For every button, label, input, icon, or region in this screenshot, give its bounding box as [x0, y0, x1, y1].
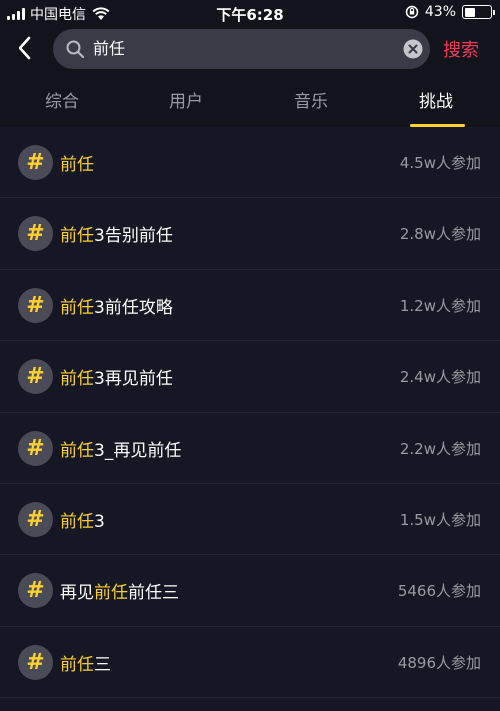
hashtag-icon: #	[18, 359, 53, 395]
challenge-item[interactable]: # 前任3前任攻略 1.2w人参加	[0, 270, 500, 342]
tab-comprehensive[interactable]: 综合	[45, 87, 79, 112]
title-prefix: 再见	[60, 583, 94, 604]
challenge-title: 前任3再见前任	[60, 364, 173, 389]
battery-fill	[464, 7, 476, 17]
title-highlight: 前任	[60, 226, 94, 247]
title-highlight: 前任	[60, 654, 94, 675]
hashtag-icon: #	[18, 287, 53, 323]
hashtag-icon: #	[18, 145, 53, 180]
hashtag-icon: #	[18, 644, 53, 680]
clear-icon[interactable]	[403, 39, 423, 59]
title-highlight: 前任	[60, 297, 94, 318]
challenge-title: 前任3_再见前任	[60, 436, 181, 461]
challenge-item[interactable]: # 前任3告别前任 2.8w人参加	[0, 198, 500, 270]
challenge-item[interactable]: # 前任 4.5w人参加	[0, 127, 500, 199]
title-suffix: 前任三	[128, 583, 179, 604]
header: 中国电信 下午6:28 43% 前任 搜索 综合 用户 音乐 挑战	[0, 0, 500, 127]
challenge-item[interactable]: # 前任3 1.5w人参加	[0, 484, 500, 556]
battery-icon	[462, 5, 495, 19]
search-input[interactable]: 前任	[93, 29, 393, 69]
participant-count: 4.5w人参加	[399, 154, 481, 172]
challenge-item[interactable]: # 前任3_再见前任 2.2w人参加	[0, 413, 500, 484]
participant-count: 4896人参加	[397, 653, 481, 672]
title-suffix: 3告别前任	[94, 226, 173, 247]
hashtag-icon: #	[18, 430, 53, 466]
participant-count: 1.5w人参加	[399, 510, 481, 529]
challenge-title: 前任三	[60, 650, 111, 675]
back-arrow-icon[interactable]	[12, 34, 40, 62]
participant-count: 2.8w人参加	[399, 225, 481, 244]
participant-count: 1.2w人参加	[399, 296, 481, 315]
title-suffix: 3	[94, 511, 105, 532]
search-box[interactable]: 前任	[53, 29, 430, 69]
challenge-title: 前任3前任攻略	[60, 293, 173, 318]
search-icon	[66, 40, 85, 59]
search-button[interactable]: 搜索	[443, 36, 479, 62]
battery-percent: 43%	[424, 4, 456, 20]
search-row: 前任 搜索	[0, 26, 500, 74]
hashtag-icon: #	[18, 216, 53, 252]
challenge-list: # 前任 4.5w人参加 # 前任3告别前任 2.8w人参加 # 前任3前任攻略…	[0, 127, 500, 699]
challenge-item[interactable]: # 前任三 4896人参加	[0, 627, 500, 699]
participant-count: 5466人参加	[397, 582, 481, 601]
hashtag-icon: #	[18, 573, 53, 609]
title-suffix: 3再见前任	[94, 369, 173, 390]
tab-music[interactable]: 音乐	[294, 87, 328, 112]
challenge-item[interactable]: # 前任3再见前任 2.4w人参加	[0, 341, 500, 413]
tab-users[interactable]: 用户	[169, 87, 203, 112]
challenge-title: 前任3告别前任	[60, 221, 173, 246]
status-bar: 中国电信 下午6:28 43%	[0, 0, 500, 26]
title-suffix: 3前任攻略	[94, 297, 173, 318]
title-highlight: 前任	[60, 369, 94, 390]
tab-bar: 综合 用户 音乐 挑战	[0, 84, 500, 127]
title-highlight: 前任	[60, 511, 94, 532]
title-suffix: 三	[94, 654, 111, 675]
title-highlight: 前任	[60, 155, 94, 175]
challenge-title: 前任	[60, 150, 94, 175]
hashtag-icon: #	[18, 501, 53, 537]
rotation-lock-icon	[405, 5, 419, 19]
title-highlight: 前任	[60, 440, 94, 461]
status-right: 43%	[405, 4, 495, 20]
participant-count: 2.4w人参加	[399, 368, 481, 387]
title-highlight: 前任	[94, 583, 128, 604]
participant-count: 2.2w人参加	[399, 439, 481, 458]
title-suffix: 3_再见前任	[94, 440, 182, 461]
tab-challenges[interactable]: 挑战	[419, 87, 453, 112]
challenge-title: 再见前任前任三	[60, 578, 179, 603]
challenge-item[interactable]: # 再见前任前任三 5466人参加	[0, 555, 500, 627]
challenge-title: 前任3	[60, 507, 105, 532]
